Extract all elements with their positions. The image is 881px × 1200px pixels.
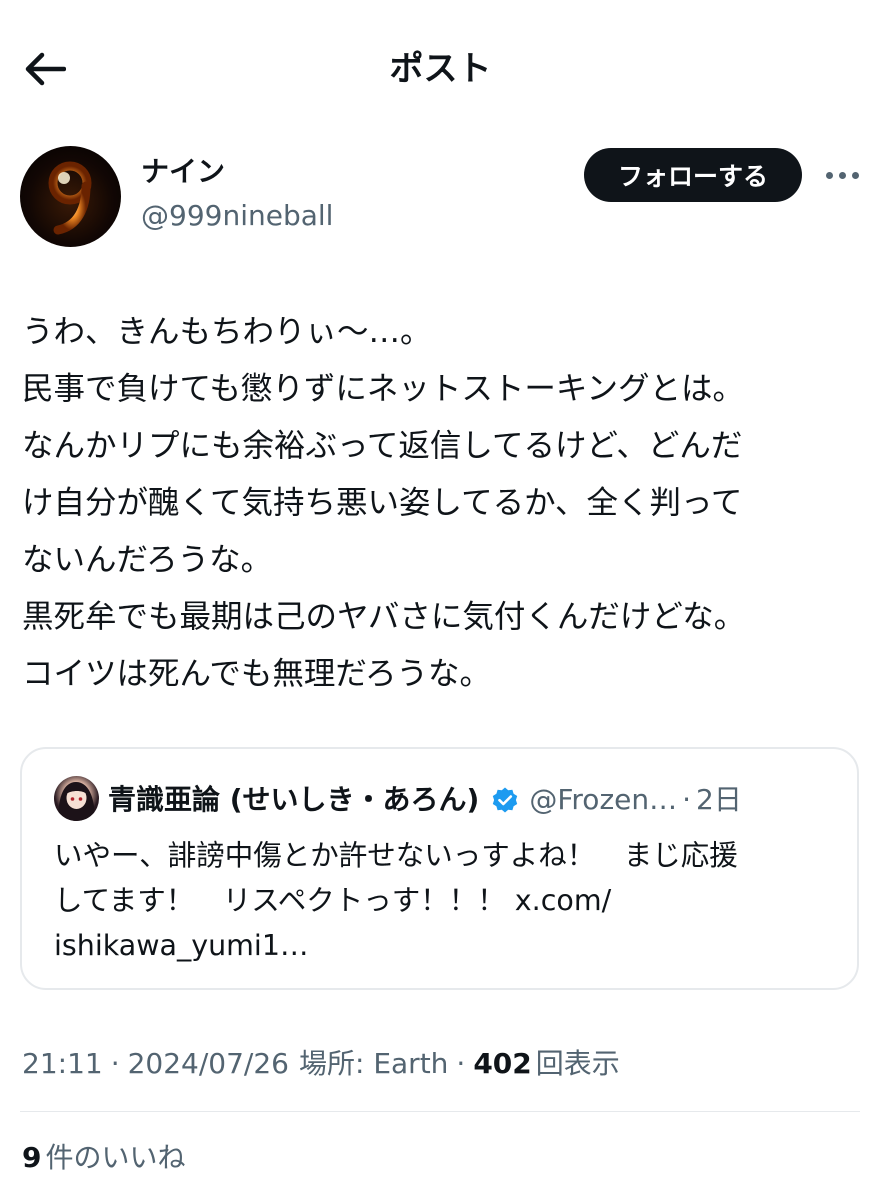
more-dots-icon (823, 171, 862, 179)
avatar[interactable] (20, 146, 121, 247)
quote-line: いやー、誹謗中傷とか許せないっすよね！ まじ応援 (54, 839, 738, 872)
quote-avatar[interactable] (54, 776, 99, 821)
likes-count: 9 (22, 1141, 42, 1174)
quote-header: 青識亜論 (せいしき・あろん) @Frozen… · 2日 (108, 778, 742, 822)
tweet-line: け自分が醜くて気持ち悪い姿してるか、全く判って (22, 485, 743, 521)
separator-dot: · (682, 783, 692, 816)
tweet-line: ないんだろうな。 (22, 542, 273, 578)
quote-author-handle[interactable]: @Frozen… (529, 778, 677, 822)
tweet-line: コイツは死んでも無理だろうな。 (22, 656, 492, 692)
quote-author-name[interactable]: 青識亜論 (せいしき・あろん) (108, 778, 479, 822)
tweet-text: うわ、きんもちわりぃ〜…。 民事で負けても懲りずにネットストーキングとは。 なん… (22, 304, 867, 703)
quote-text: いやー、誹謗中傷とか許せないっすよね！ まじ応援 してます！ リスペクトっす！！… (54, 833, 844, 968)
tweet-time[interactable]: 21:11 (22, 1042, 103, 1086)
user-handle[interactable]: @999nineball (141, 196, 333, 236)
quote-line: ishikawa_yumi1… (54, 929, 309, 962)
quote-avatar-image (58, 782, 95, 821)
likes-summary[interactable]: 9 件のいいね (22, 1136, 186, 1180)
more-options-button[interactable] (816, 158, 868, 192)
divider (20, 1111, 860, 1112)
display-name[interactable]: ナイン (141, 152, 225, 192)
views-label: 回表示 (535, 1047, 620, 1080)
follow-button[interactable]: フォローする (584, 148, 802, 202)
page-title: ポスト (389, 49, 492, 89)
avatar-nine-logo (48, 161, 92, 235)
likes-label: 件のいいね (45, 1141, 186, 1174)
tweet-line: 黒死牟でも最期は己のヤバさに気付くんだけどな。 (22, 599, 746, 635)
quote-tweet-card[interactable]: 青識亜論 (せいしき・あろん) @Frozen… · 2日 いやー、誹謗中傷とか… (20, 747, 859, 990)
tweet-line: うわ、きんもちわりぃ〜…。 (22, 314, 432, 350)
separator-dot: · (110, 1047, 120, 1080)
verified-badge-icon (493, 787, 518, 813)
quote-timestamp[interactable]: 2日 (696, 778, 742, 822)
views-count[interactable]: 402 (473, 1042, 531, 1086)
tweet-meta: 21:11 · 2024/07/26 場所: Earth · 402 回表示 (22, 1042, 620, 1086)
tweet-date[interactable]: 2024/07/26 (128, 1042, 289, 1086)
tweet-location: 場所: Earth (299, 1047, 449, 1080)
tweet-line: なんかリプにも余裕ぶって返信してるけど、どんだ (22, 428, 743, 464)
separator-dot: · (456, 1047, 466, 1080)
tweet-line: 民事で負けても懲りずにネットストーキングとは。 (22, 371, 744, 407)
quote-line: してます！ リスペクトっす！！！ x.com/ (54, 884, 612, 917)
